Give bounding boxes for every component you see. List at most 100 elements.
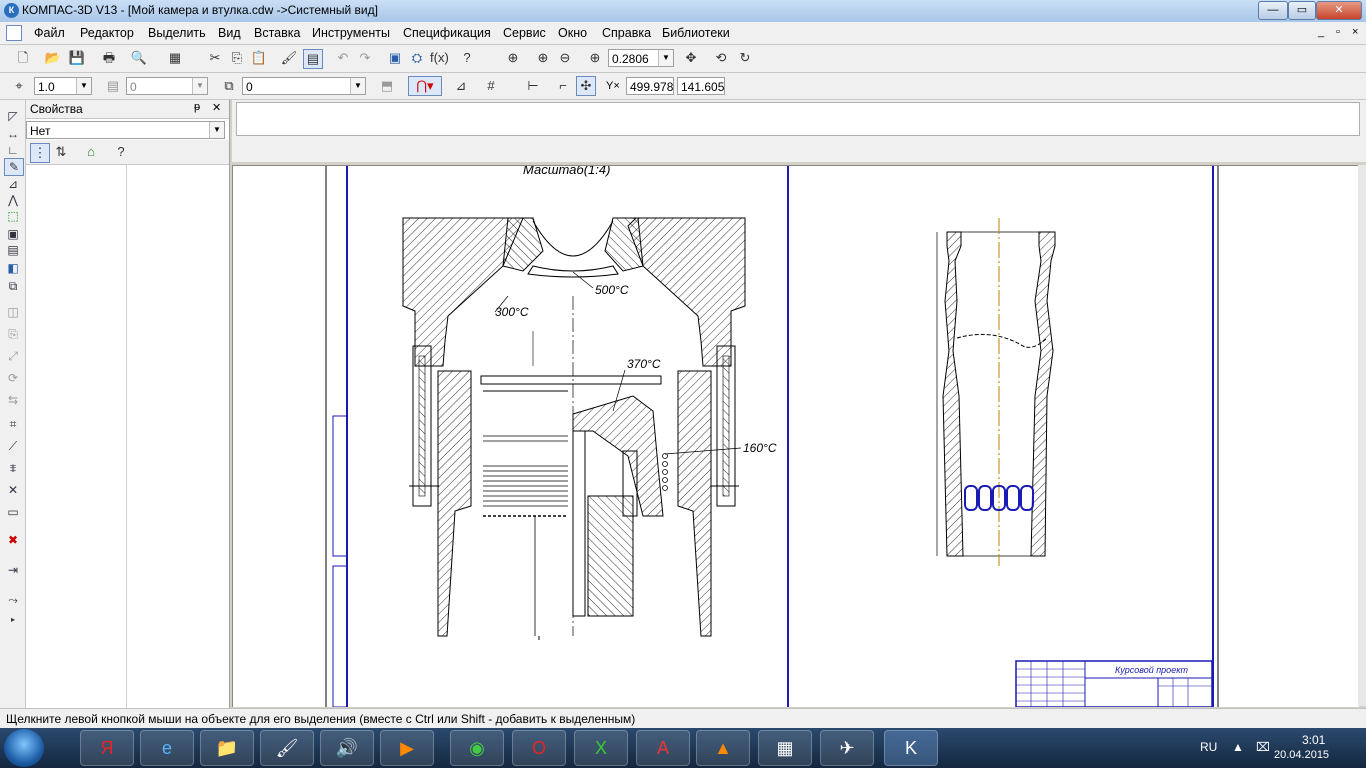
paste-icon[interactable]: 📋 <box>250 49 268 67</box>
split-icon[interactable]: ✕ <box>4 482 22 498</box>
document-icon[interactable] <box>6 25 22 41</box>
menu-edit[interactable]: Редактор <box>80 26 134 40</box>
clock-date[interactable]: 20.04.2015 <box>1274 749 1329 761</box>
dimensions-icon[interactable]: ↔ <box>4 126 22 142</box>
save-icon[interactable]: 💾 <box>68 49 86 67</box>
mdi-minimize-button[interactable]: _ <box>1318 26 1324 38</box>
app-icon[interactable]: К <box>4 3 19 18</box>
mdi-restore-button[interactable]: ▫ <box>1336 26 1340 38</box>
print-icon[interactable]: 🖶 <box>100 49 118 67</box>
tree-icon[interactable]: ▣ <box>386 49 404 67</box>
menu-specification[interactable]: Спецификация <box>403 26 491 40</box>
menu-help[interactable]: Справка <box>602 26 651 40</box>
chamber-assembly-view[interactable] <box>402 217 746 640</box>
deform-icon[interactable]: ⌗ <box>4 416 22 432</box>
delete-icon[interactable]: ✖ <box>4 532 22 548</box>
tray-arrow-icon[interactable]: ▲ <box>1232 740 1244 754</box>
param-icon[interactable]: ⊿ <box>4 176 22 192</box>
ortho-icon[interactable]: ⌐ <box>554 77 572 95</box>
taskbar-ie[interactable]: e <box>140 730 194 766</box>
spec-icon[interactable]: ▤ <box>4 242 22 258</box>
taskbar-acrobat[interactable]: A <box>636 730 690 766</box>
taskbar-messenger[interactable]: ✈ <box>820 730 874 766</box>
taskbar-excel[interactable]: X <box>574 730 628 766</box>
taskbar-control-panel[interactable]: ▦ <box>758 730 812 766</box>
other-icon[interactable]: ⤳ <box>4 592 22 608</box>
zoom-value-input[interactable]: 0.2806 ▼ <box>608 49 674 67</box>
undo-icon[interactable]: ↶ <box>334 49 352 67</box>
coord-x-input[interactable]: 499.978 <box>626 77 674 95</box>
style-input[interactable]: 0 ▼ <box>242 77 366 95</box>
menu-window[interactable]: Окно <box>558 26 587 40</box>
clean-icon[interactable]: ⇥ <box>4 562 22 578</box>
frag-icon[interactable]: ◫ <box>4 304 22 320</box>
network-icon[interactable]: ⌧ <box>1256 740 1270 754</box>
taskbar-kompas[interactable]: K <box>884 730 938 766</box>
taskbar-explorer[interactable]: 📁 <box>200 730 254 766</box>
close-panel-icon[interactable]: ✕ <box>212 101 221 114</box>
style-icon[interactable]: ⧉ <box>220 77 238 95</box>
reports-icon[interactable]: ◧ <box>4 260 22 276</box>
category-view-icon[interactable]: ⋮ <box>30 143 50 163</box>
chevron-right-icon[interactable]: ▸ <box>4 612 22 628</box>
format-brush-icon[interactable]: 🖌 <box>280 49 298 67</box>
properties-toggle-icon[interactable]: ▤ <box>303 49 323 69</box>
rotate-icon[interactable]: ⟳ <box>4 370 22 386</box>
copy-obj-icon[interactable]: ⎘ <box>4 326 22 342</box>
chevron-down-icon[interactable]: ▼ <box>209 122 224 138</box>
select-icon[interactable]: ⬚ <box>4 208 22 224</box>
chevron-down-icon[interactable]: ▼ <box>192 78 207 94</box>
layer-icon[interactable]: ▤ <box>104 77 122 95</box>
menu-tools[interactable]: Инструменты <box>312 26 390 40</box>
break-icon[interactable]: ⟋ <box>4 438 22 454</box>
sort-alpha-icon[interactable]: ⇅ <box>52 143 70 161</box>
close-button[interactable]: ✕ <box>1316 1 1362 20</box>
trim-icon[interactable]: ⩨ <box>4 460 22 476</box>
variables-icon[interactable]: f(x) <box>430 49 449 67</box>
chevron-down-icon[interactable]: ▼ <box>658 50 673 66</box>
maximize-button[interactable]: ▭ <box>1288 1 1316 20</box>
help-pointer-icon[interactable]: ? <box>458 49 476 67</box>
taskbar-player[interactable]: ▶ <box>380 730 434 766</box>
zoom-frame-icon[interactable]: ⊕ <box>586 49 604 67</box>
clock-time[interactable]: 3:01 <box>1302 733 1325 747</box>
taskbar-vlc[interactable]: ▲ <box>696 730 750 766</box>
copy-icon[interactable]: ⎘ <box>228 49 246 67</box>
zoom-all-icon[interactable]: ⊕ <box>504 49 522 67</box>
taskbar-paint[interactable]: 🖌 <box>260 730 314 766</box>
view-icon[interactable]: ⬒ <box>378 77 396 95</box>
taskbar-opera[interactable]: O <box>512 730 566 766</box>
menu-service[interactable]: Сервис <box>503 26 546 40</box>
measure-icon[interactable]: ⋀ <box>4 192 22 208</box>
vertical-scrollbar[interactable] <box>1358 165 1366 706</box>
redo-icon[interactable]: ↷ <box>356 49 374 67</box>
round-coords-icon[interactable]: ✣ <box>576 76 596 96</box>
layer-input[interactable]: 0 ▼ <box>126 77 208 95</box>
liner-view[interactable] <box>936 218 1056 566</box>
pan-icon[interactable]: ✥ <box>682 49 700 67</box>
menu-file[interactable]: Файл <box>34 26 65 40</box>
local-cs-icon[interactable]: ⊢ <box>524 77 542 95</box>
menu-select[interactable]: Выделить <box>148 26 206 40</box>
manager-icon[interactable]: ▦ <box>166 49 184 67</box>
insert-icon[interactable]: ⧉ <box>4 278 22 294</box>
drawing-svg[interactable]: Масштаб(1:4) 500°C 300°C 370°C 160°C Кур… <box>233 166 1359 707</box>
symbols-icon[interactable]: ∟ <box>4 142 22 158</box>
home-icon[interactable]: ⌂ <box>82 143 100 161</box>
menu-view[interactable]: Вид <box>218 26 241 40</box>
start-button[interactable] <box>4 729 44 767</box>
cursor-step-input[interactable]: 1.0 ▼ <box>34 77 92 95</box>
mirror-icon[interactable]: ⇆ <box>4 392 22 408</box>
assoc-views-icon[interactable]: ▣ <box>4 226 22 242</box>
snap-magnet-icon[interactable]: ⋂▾ <box>408 76 442 96</box>
cut-icon[interactable]: ✂ <box>206 49 224 67</box>
taskbar-yandex[interactable]: Я <box>80 730 134 766</box>
drawing-canvas[interactable]: Масштаб(1:4) 500°C 300°C 370°C 160°C Кур… <box>232 165 1359 707</box>
taskbar-volume[interactable]: 🔊 <box>320 730 374 766</box>
macro-icon[interactable]: ▭ <box>4 504 22 520</box>
edit-icon[interactable]: ✎ <box>4 158 24 176</box>
cursor-step-icon[interactable]: ⌖ <box>10 77 28 95</box>
minimize-button[interactable]: — <box>1258 1 1288 20</box>
chevron-down-icon[interactable]: ▼ <box>76 78 91 94</box>
refresh-view-icon[interactable]: ⟲ <box>712 49 730 67</box>
